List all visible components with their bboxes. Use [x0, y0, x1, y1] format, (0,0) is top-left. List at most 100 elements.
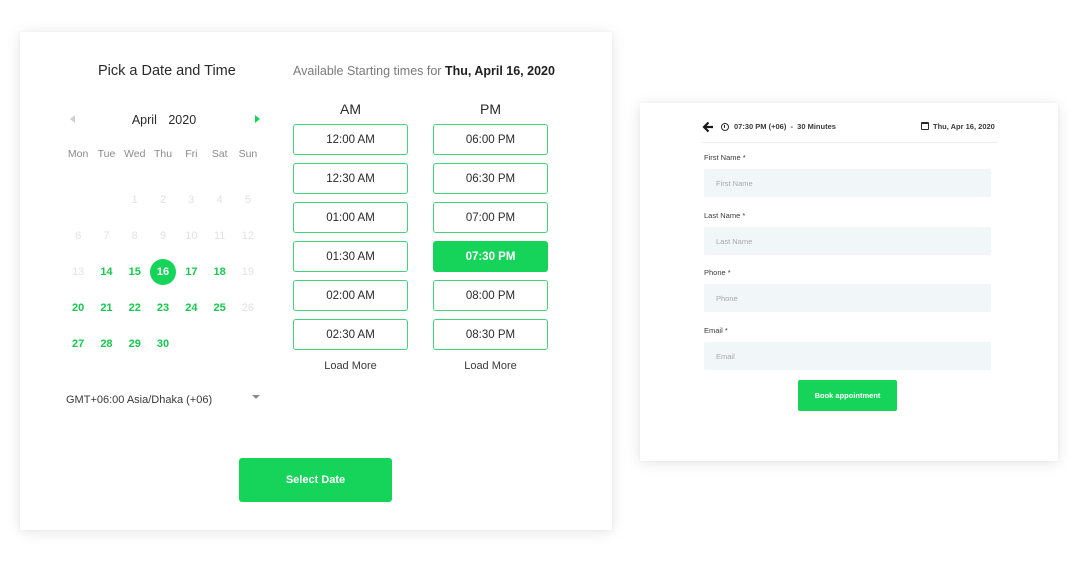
calendar-day-number: 6 — [75, 230, 82, 242]
calendar-day[interactable]: 20 — [64, 290, 92, 326]
time-slot[interactable]: 07:00 PM — [433, 202, 548, 233]
calendar-day-number: 15 — [128, 266, 141, 278]
calendar-day-number: 22 — [128, 302, 141, 314]
calendar-day-number: 10 — [185, 230, 198, 242]
time-slot[interactable]: 02:00 AM — [293, 280, 408, 311]
calendar-day: 5 — [234, 182, 262, 218]
calendar-day-number: 23 — [156, 302, 170, 314]
calendar-icon — [921, 122, 929, 130]
time-slot[interactable]: 01:00 AM — [293, 202, 408, 233]
time-slot[interactable]: 02:30 AM — [293, 319, 408, 350]
calendar-blank-cell — [92, 182, 120, 218]
year-label: 2020 — [168, 113, 197, 127]
calendar-day-number: 5 — [244, 194, 251, 206]
time-slot[interactable]: 08:30 PM — [433, 319, 548, 350]
month-navigation: April 2020 — [66, 113, 262, 129]
time-slot[interactable]: 01:30 AM — [293, 241, 408, 272]
clock-icon — [721, 123, 729, 131]
calendar-blank-cell — [64, 182, 92, 218]
calendar-day: 7 — [92, 218, 120, 254]
weekday-label: Mon — [67, 148, 89, 160]
email-input[interactable] — [704, 342, 991, 370]
available-times-prefix: Available Starting times for — [293, 64, 442, 78]
calendar-day: 2 — [149, 182, 177, 218]
calendar-day: 26 — [234, 290, 262, 326]
calendar-day: 12 — [234, 218, 262, 254]
calendar-day-number: 4 — [216, 194, 223, 206]
calendar-day-number: 28 — [100, 338, 113, 350]
am-slots-column: 12:00 AM 12:30 AM 01:00 AM 01:30 AM 02:00 AM… — [293, 124, 408, 372]
picker-title: Pick a Date and Time — [98, 63, 236, 79]
calendar-day[interactable]: 28 — [92, 326, 120, 362]
calendar-day-number: 1 — [131, 194, 138, 206]
calendar-day[interactable]: 30 — [149, 326, 177, 362]
calendar-day-number: 24 — [185, 302, 198, 314]
calendar-day: 3 — [177, 182, 205, 218]
booking-form-card: 07:30 PM (+06) - 30 Minutes Thu, Apr 16,… — [640, 103, 1058, 461]
select-date-button[interactable]: Select Date — [239, 458, 392, 502]
calendar-day-number: 27 — [72, 338, 85, 350]
timezone-select[interactable]: GMT+06:00 Asia/Dhaka (+06) — [66, 390, 262, 406]
calendar-day-number: 9 — [159, 230, 167, 242]
calendar-day-number: 3 — [188, 194, 195, 206]
time-slot[interactable]: 12:00 AM — [293, 124, 408, 155]
time-slot[interactable]: 06:00 PM — [433, 124, 548, 155]
phone-label: Phone * — [704, 268, 731, 277]
calendar-day: 6 — [64, 218, 92, 254]
calendar-day[interactable]: 18 — [205, 254, 233, 290]
arrow-left-icon[interactable] — [702, 121, 714, 133]
calendar-day[interactable]: 25 — [205, 290, 233, 326]
calendar-day: 10 — [177, 218, 205, 254]
calendar-day: 1 — [121, 182, 149, 218]
calendar-day-number: 12 — [241, 230, 255, 242]
book-appointment-button[interactable]: Book appointment — [798, 380, 897, 411]
calendar-day[interactable]: 22 — [121, 290, 149, 326]
caret-down-icon — [252, 395, 260, 399]
calendar-day-selected[interactable]: 16 — [149, 254, 177, 290]
weekday-header: Mon Tue Wed Thu Fri Sat Sun — [64, 148, 262, 160]
am-column-heading: AM — [340, 101, 361, 117]
last-name-input[interactable] — [704, 227, 991, 255]
weekday-label: Thu — [153, 148, 173, 160]
month-label: April — [131, 113, 157, 127]
calendar-day-number: 14 — [100, 266, 113, 278]
calendar-day[interactable]: 14 — [92, 254, 120, 290]
calendar-day[interactable]: 24 — [177, 290, 205, 326]
email-field-group: Email * — [704, 326, 991, 370]
pm-load-more-link[interactable]: Load More — [433, 360, 548, 372]
calendar-day[interactable]: 29 — [121, 326, 149, 362]
calendar-day[interactable]: 27 — [64, 326, 92, 362]
am-load-more-link[interactable]: Load More — [293, 360, 408, 372]
calendar-day[interactable]: 23 — [149, 290, 177, 326]
time-slot[interactable]: 08:00 PM — [433, 280, 548, 311]
weekday-label: Fri — [185, 148, 198, 160]
time-slot-selected[interactable]: 07:30 PM — [433, 241, 548, 272]
calendar-day-number: 25 — [213, 302, 226, 314]
time-slot[interactable]: 12:30 AM — [293, 163, 408, 194]
calendar-day: 4 — [205, 182, 233, 218]
calendar-day[interactable]: 21 — [92, 290, 120, 326]
last-name-field-group: Last Name * — [704, 211, 991, 255]
chevron-right-icon[interactable] — [255, 115, 260, 123]
calendar-day-number: 19 — [241, 266, 255, 278]
calendar-day: 11 — [205, 218, 233, 254]
first-name-input[interactable] — [704, 169, 991, 197]
calendar-day: 13 — [64, 254, 92, 290]
calendar-day: 8 — [121, 218, 149, 254]
calendar-day-number: 18 — [213, 266, 226, 278]
first-name-label: First Name * — [704, 153, 746, 162]
calendar-day-number: 7 — [103, 230, 110, 242]
calendar-day-number: 2 — [159, 194, 167, 206]
calendar-day: 9 — [149, 218, 177, 254]
weekday-label: Sat — [211, 148, 228, 160]
weekday-label: Tue — [97, 148, 116, 160]
phone-input[interactable] — [704, 284, 991, 312]
calendar-day[interactable]: 15 — [121, 254, 149, 290]
calendar-days-grid: 1 2 3 4 5 6 7 8 9 10 11 12 13 14 15 16 17 18 19 20 21 22 23 24 2… — [64, 182, 262, 362]
calendar-day[interactable]: 17 — [177, 254, 205, 290]
booking-time-info: 07:30 PM (+06) - 30 Minutes — [734, 122, 836, 131]
booking-date-info: Thu, Apr 16, 2020 — [933, 122, 995, 131]
time-slot[interactable]: 06:30 PM — [433, 163, 548, 194]
calendar-day-number: 13 — [72, 266, 85, 278]
weekday-label: Sun — [238, 148, 258, 160]
